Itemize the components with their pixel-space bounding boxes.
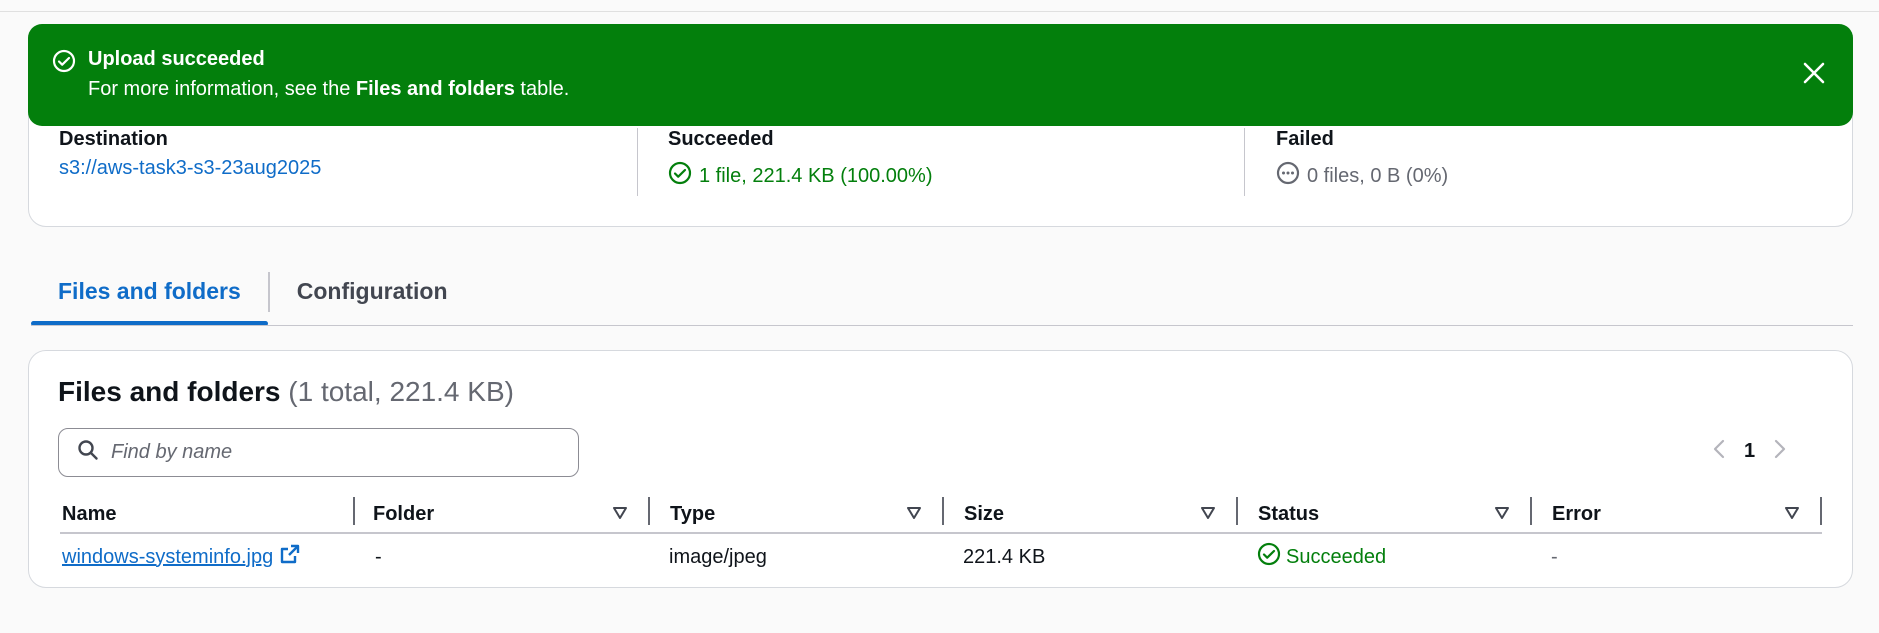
banner-title: Upload succeeded — [88, 48, 265, 70]
cell-type: image/jpeg — [669, 545, 767, 568]
succeeded-summary: Succeeded 1 file, 221.4 KB (100.00%) — [668, 128, 932, 191]
banner-message-bold: Files and folders — [355, 78, 515, 100]
banner-message-suffix: table. — [514, 78, 570, 100]
sort-caret-icon[interactable] — [1200, 503, 1216, 526]
pending-dots-icon — [1276, 161, 1300, 191]
succeeded-value: 1 file, 221.4 KB (100.00%) — [668, 161, 932, 191]
cell-error: - — [1551, 545, 1558, 568]
close-icon[interactable] — [1801, 60, 1827, 86]
chevron-right-icon[interactable] — [1773, 438, 1787, 465]
column-label: Status — [1258, 502, 1320, 525]
destination-summary: Destination s3://aws-task3-s3-23aug2025 — [59, 128, 321, 180]
failed-label: Failed — [1276, 128, 1334, 150]
tabs-divider — [31, 325, 1853, 326]
table-header-divider — [60, 532, 1822, 534]
column-header-status[interactable]: Status — [1238, 494, 1532, 534]
files-table-heading: Files and folders (1 total, 221.4 KB) — [58, 376, 514, 408]
search-icon — [77, 439, 99, 466]
chevron-left-icon[interactable] — [1712, 438, 1726, 465]
destination-link[interactable]: s3://aws-task3-s3-23aug2025 — [59, 157, 321, 180]
search-input[interactable] — [111, 441, 551, 464]
failed-value: 0 files, 0 B (0%) — [1276, 161, 1448, 191]
column-header-name[interactable]: Name — [60, 494, 355, 534]
current-page[interactable]: 1 — [1744, 440, 1755, 463]
cell-folder: - — [375, 545, 382, 568]
column-header-type[interactable]: Type — [650, 494, 944, 534]
top-divider — [0, 11, 1879, 12]
tab-files-and-folders[interactable]: Files and folders — [31, 266, 268, 326]
column-label: Folder — [373, 502, 435, 525]
pagination: 1 — [1712, 438, 1787, 465]
cell-size: 221.4 KB — [963, 545, 1046, 568]
status-text: Succeeded — [1286, 545, 1387, 568]
column-header-size[interactable]: Size — [944, 494, 1238, 534]
sort-caret-icon[interactable] — [1784, 503, 1800, 526]
summary-divider — [637, 128, 638, 196]
upload-success-banner: Upload succeeded For more information, s… — [28, 24, 1853, 126]
banner-message-prefix: For more information, see the — [88, 78, 356, 100]
column-label: Size — [964, 502, 1005, 525]
success-check-icon — [52, 49, 76, 78]
cell-name: windows-systeminfo.jpg — [60, 543, 375, 571]
failed-summary: Failed 0 files, 0 B (0%) — [1276, 128, 1448, 191]
column-header-error[interactable]: Error — [1532, 494, 1822, 534]
file-name-link[interactable]: windows-systeminfo.jpg — [62, 546, 273, 569]
column-header-folder[interactable]: Folder — [355, 494, 650, 534]
summary-divider — [1244, 128, 1245, 196]
table-header: Name Folder Type Size Status Error — [60, 494, 1822, 534]
column-label: Type — [670, 502, 716, 525]
files-table-title: Files and folders — [58, 376, 281, 407]
success-check-icon — [1257, 542, 1281, 572]
files-total-count: (1 total, 221.4 KB) — [288, 376, 514, 407]
sort-caret-icon[interactable] — [612, 503, 628, 526]
sort-caret-icon[interactable] — [1494, 503, 1510, 526]
succeeded-text: 1 file, 221.4 KB (100.00%) — [699, 164, 933, 187]
column-label: Error — [1552, 502, 1601, 525]
external-link-icon[interactable] — [279, 543, 301, 571]
cell-status: Succeeded — [1257, 542, 1551, 572]
tab-configuration[interactable]: Configuration — [270, 266, 475, 317]
column-resizer[interactable] — [1820, 497, 1822, 525]
table-row: windows-systeminfo.jpg - image/jpeg 221.… — [60, 542, 1822, 572]
tab-list: Files and folders Configuration — [31, 266, 475, 326]
failed-text: 0 files, 0 B (0%) — [1307, 164, 1449, 187]
banner-message: For more information, see the Files and … — [88, 78, 569, 101]
succeeded-label: Succeeded — [668, 128, 774, 150]
search-field[interactable] — [58, 428, 579, 477]
column-label: Name — [62, 502, 117, 525]
success-check-icon — [668, 161, 692, 191]
destination-label: Destination — [59, 128, 168, 150]
sort-caret-icon[interactable] — [906, 503, 922, 526]
